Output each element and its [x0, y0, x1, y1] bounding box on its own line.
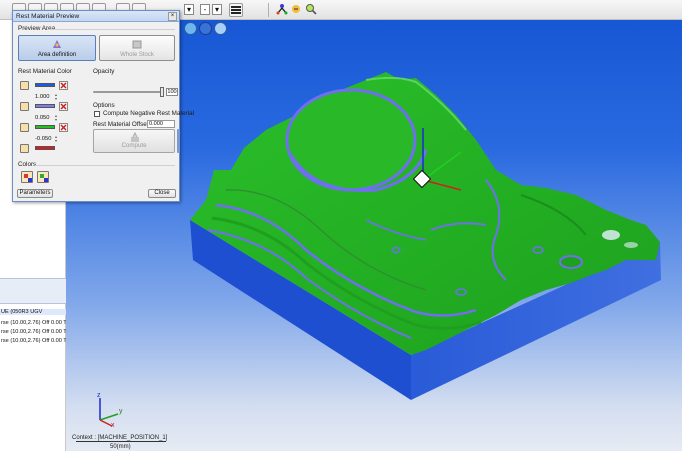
machine-axes-icon[interactable] — [276, 3, 290, 17]
axis-y-label: y — [119, 408, 123, 415]
compute-button[interactable]: Compute — [93, 129, 175, 153]
view-cube-icon[interactable] — [184, 22, 197, 35]
scale-label: 50(mm) — [110, 444, 131, 450]
color-picker-icon[interactable] — [20, 123, 29, 132]
axis-z-label: z — [97, 392, 101, 399]
dialog-close-icon[interactable]: × — [168, 12, 177, 21]
toolbar-minus-button[interactable]: - — [200, 4, 210, 15]
operation-row-selected[interactable]: UE (050R3 UGV — [0, 309, 66, 315]
axis-x-label: x — [111, 422, 115, 429]
toolbar-separator — [268, 3, 269, 17]
layers-icon[interactable] — [229, 3, 243, 17]
simulate-icon[interactable] — [290, 3, 304, 17]
opacity-value[interactable]: 100 — [166, 88, 178, 96]
spin-icon[interactable]: ▴ ▾ — [55, 114, 59, 122]
compute-negative-label: Compute Negative Rest Material — [103, 110, 194, 117]
color-scheme-1-icon[interactable] — [21, 171, 33, 183]
spin-icon[interactable]: ▴ ▾ — [55, 93, 59, 101]
close-button[interactable]: Close — [148, 189, 176, 198]
color-swatch-2[interactable] — [35, 104, 55, 108]
color-picker-icon[interactable] — [20, 144, 29, 153]
opacity-slider-track[interactable] — [93, 91, 163, 93]
whole-stock-button[interactable]: Whole Stock — [99, 35, 175, 61]
dialog-title: Rest Material Preview — [13, 11, 179, 22]
divider — [35, 165, 175, 166]
delete-color-icon[interactable] — [59, 81, 68, 90]
view-zoom-icon[interactable] — [214, 22, 227, 35]
area-definition-label: Area definition — [37, 52, 77, 58]
operation-row[interactable]: rse (10.00,2.76) Off 0.00 T — [1, 320, 67, 326]
divider — [47, 29, 175, 30]
operation-row[interactable]: rse (10.00,2.76) Off 0.00 T — [1, 338, 67, 344]
opacity-slider-thumb[interactable] — [160, 87, 164, 97]
compute-label: Compute — [121, 142, 147, 149]
view-iso-icon[interactable] — [199, 22, 212, 35]
toolbar-dropdown-arrow-icon-2[interactable]: ▾ — [212, 4, 222, 15]
dock-handle[interactable] — [177, 129, 180, 153]
rest-material-preview-dialog: Rest Material Preview × Preview Area Are… — [12, 10, 194, 202]
color-picker-icon[interactable] — [20, 81, 29, 90]
color-swatch-4[interactable] — [35, 146, 55, 150]
color-scheme-2-icon[interactable] — [37, 171, 49, 183]
parameters-button[interactable]: Parameters — [17, 189, 53, 198]
toolbar-dropdown-arrow-icon[interactable]: ▾ — [184, 4, 194, 15]
options-label: Options — [93, 102, 115, 109]
compute-negative-checkbox[interactable] — [94, 111, 100, 117]
left-panel-tab-strip[interactable] — [0, 278, 66, 304]
whole-stock-label: Whole Stock — [120, 52, 154, 58]
colors-label: Colors — [18, 161, 37, 168]
whole-stock-icon — [132, 40, 142, 49]
area-definition-icon — [53, 40, 61, 48]
color-swatch-3[interactable] — [35, 125, 55, 129]
rest-material-offset-label: Rest Material Offset: — [93, 121, 151, 128]
color-swatch-1[interactable] — [35, 83, 55, 87]
opacity-label: Opacity — [93, 68, 115, 75]
area-definition-button[interactable]: Area definition — [18, 35, 96, 61]
color-picker-icon[interactable] — [20, 102, 29, 111]
rest-material-offset-input[interactable]: 0.000 — [147, 120, 175, 128]
operation-row[interactable]: rse (10.00,2.76) Off 0.00 T — [1, 329, 67, 335]
rest-material-color-label: Rest Material Color — [18, 68, 72, 75]
delete-color-icon[interactable] — [59, 102, 68, 111]
zoom-icon[interactable] — [305, 3, 319, 17]
spin-icon[interactable]: ▴ ▾ — [55, 135, 59, 143]
delete-color-icon[interactable] — [59, 123, 68, 132]
